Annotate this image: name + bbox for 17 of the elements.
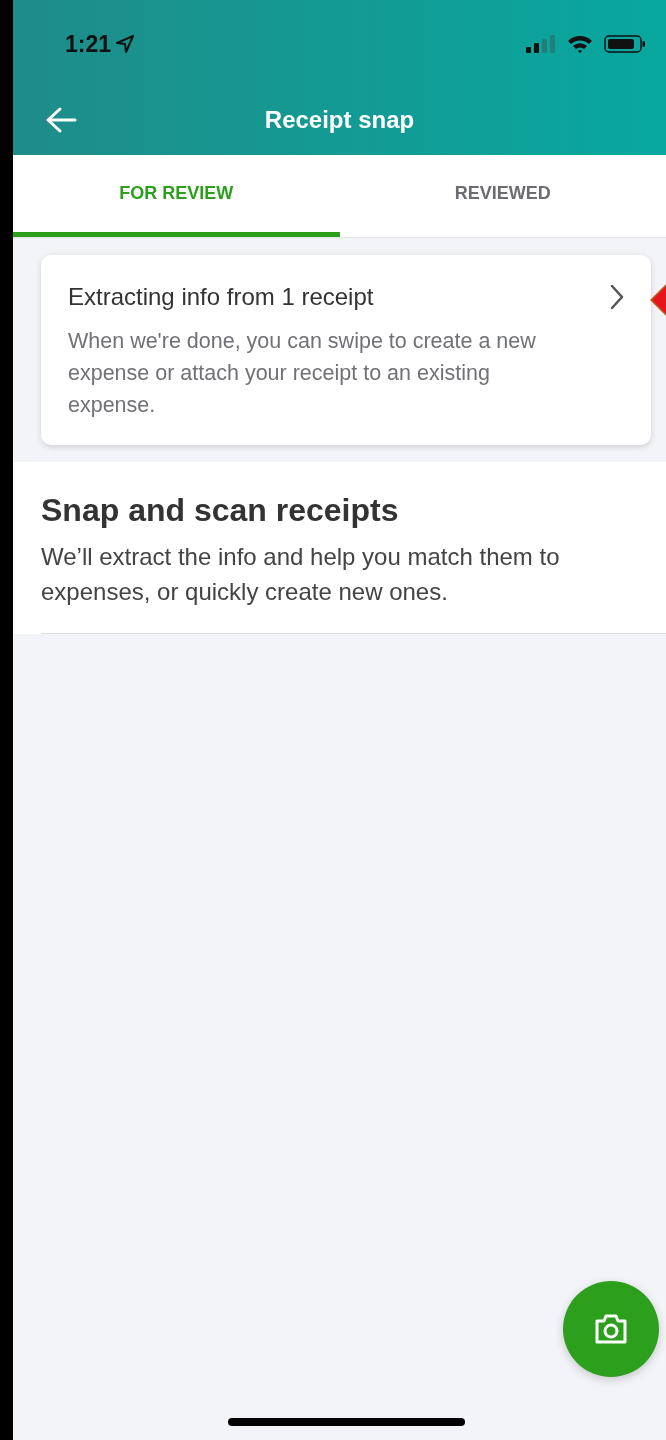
screen-title: Receipt snap xyxy=(264,105,415,134)
camera-icon xyxy=(593,1313,629,1345)
camera-button[interactable] xyxy=(563,1281,659,1377)
section-description: We’ll extract the info and help you match them to expenses, or quickly create new ones. xyxy=(41,542,561,607)
wifi-icon xyxy=(566,34,594,54)
signal-icon xyxy=(526,34,556,54)
battery-icon xyxy=(604,34,646,54)
chevron-right-icon xyxy=(609,284,625,310)
location-arrow-icon xyxy=(115,34,136,54)
status-time: 1:21 xyxy=(65,30,112,58)
section-heading: Snap and scan receipts xyxy=(41,492,400,529)
tab[interactable]: REVIEWED xyxy=(339,155,666,237)
card-title: Extracting info from 1 receipt xyxy=(68,283,374,311)
card-description: When we're done, you can swipe to create a new expense or attach your receipt to an existing expense. xyxy=(68,328,537,419)
tab[interactable]: FOR REVIEW xyxy=(13,155,340,237)
back-arrow-icon xyxy=(45,106,77,134)
status-card[interactable]: Extracting info from 1 receipt When we're done, you can swipe to create a new expense or attach your receipt to an existing expense. xyxy=(41,255,651,445)
